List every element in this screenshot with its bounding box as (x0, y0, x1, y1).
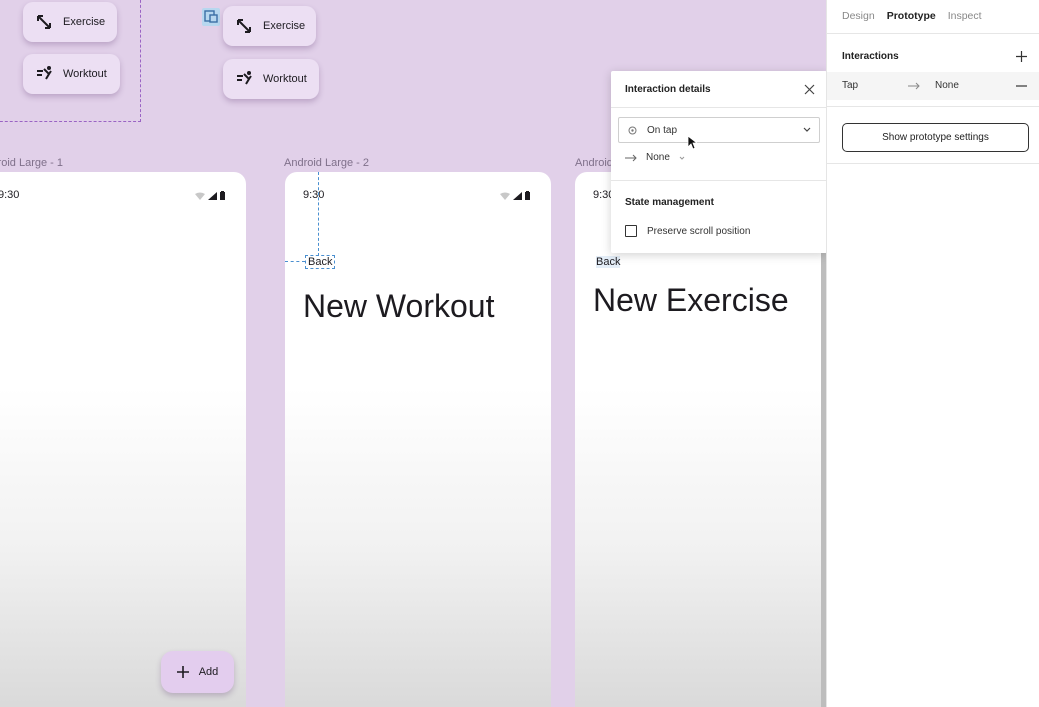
workout-icon (37, 66, 52, 80)
android-frame-1[interactable]: 9:30 (0, 172, 246, 707)
tab-prototype[interactable]: Prototype (887, 10, 936, 22)
action-select[interactable]: None (625, 152, 685, 163)
plus-icon (176, 666, 189, 678)
component-label: Exercise (263, 20, 306, 32)
component-label: Worktout (263, 73, 307, 85)
cursor-icon (687, 135, 697, 150)
component-label: Worktout (63, 68, 107, 80)
status-time: 9:30 (303, 189, 325, 201)
arrow-right-icon (908, 82, 920, 90)
interactions-heading: Interactions (842, 51, 899, 62)
android-frame-2[interactable]: 9:30 Back New Workout (285, 172, 551, 707)
design-canvas[interactable]: Exercise Worktout Exercise Worktout Andr… (0, 0, 826, 707)
arrow-right-icon (625, 154, 637, 161)
screen-title: New Workout (303, 288, 495, 324)
wifi-icon (195, 192, 205, 200)
state-management-heading: State management (625, 197, 714, 208)
add-fab[interactable]: Add (161, 651, 234, 693)
preserve-scroll-row[interactable]: Preserve scroll position (625, 225, 750, 237)
frame-label[interactable]: Android Large - 2 (284, 157, 369, 169)
properties-panel: Design Prototype Inspect Interactions Ta… (826, 0, 1039, 707)
back-link[interactable]: Back (305, 255, 336, 269)
popover-header: Interaction details (611, 71, 826, 108)
signal-icon (208, 191, 217, 200)
chevron-down-icon (679, 156, 685, 160)
trigger-value: On tap (647, 124, 678, 136)
chevron-down-icon (803, 127, 811, 132)
tab-inspect[interactable]: Inspect (948, 10, 982, 22)
panel-tabs: Design Prototype Inspect (842, 10, 982, 22)
workout-component-copy[interactable]: Worktout (223, 59, 319, 99)
trigger-select[interactable]: On tap (618, 117, 820, 143)
component-label: Exercise (63, 16, 106, 28)
workout-icon (237, 71, 252, 85)
close-icon[interactable] (804, 84, 815, 95)
interaction-details-popover: Interaction details On tap None State ma… (611, 71, 826, 253)
action-value: None (646, 152, 670, 163)
status-icons (500, 191, 530, 200)
frame-label[interactable]: Android Large - 1 (0, 157, 63, 169)
checkbox-label: Preserve scroll position (647, 225, 751, 237)
interaction-row[interactable]: Tap None (827, 72, 1039, 100)
tap-icon (628, 126, 637, 134)
workout-component[interactable]: Worktout (23, 54, 120, 94)
fab-label: Add (198, 666, 219, 678)
wifi-icon (500, 192, 510, 200)
add-interaction-icon[interactable] (1016, 51, 1027, 62)
signal-icon (513, 191, 522, 200)
component-variant-icon[interactable] (202, 8, 220, 26)
remove-interaction-icon[interactable] (1016, 85, 1027, 87)
divider (827, 106, 1039, 107)
show-prototype-settings-button[interactable]: Show prototype settings (842, 123, 1029, 152)
spacing-guide (318, 172, 319, 256)
interaction-action: None (935, 80, 959, 91)
divider (827, 163, 1039, 164)
status-icons (195, 191, 225, 200)
spacing-guide (285, 261, 305, 262)
battery-icon (525, 191, 530, 200)
battery-icon (220, 191, 225, 200)
screen-title: New Exercise (593, 282, 789, 318)
preserve-scroll-checkbox[interactable] (625, 225, 637, 237)
status-time: 9:30 (0, 189, 20, 201)
divider (827, 33, 1039, 34)
exercise-icon (37, 15, 51, 29)
interaction-trigger: Tap (842, 80, 859, 91)
exercise-component-copy[interactable]: Exercise (223, 6, 316, 46)
exercise-icon (237, 19, 251, 33)
exercise-component[interactable]: Exercise (23, 2, 117, 42)
popover-title: Interaction details (625, 83, 711, 95)
tab-design[interactable]: Design (842, 10, 875, 22)
divider (611, 180, 826, 181)
back-link[interactable]: Back (596, 256, 621, 268)
